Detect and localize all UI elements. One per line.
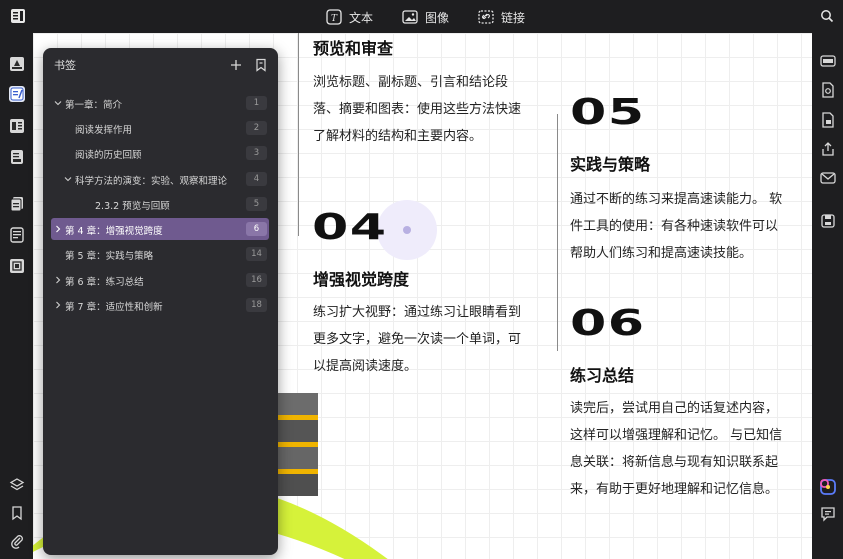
divider-line [557,114,558,351]
chevron-down-icon[interactable] [64,175,72,183]
bookmark-item[interactable]: 第 6 章：练习总结 16 [51,269,269,291]
bookmark-page-number: 3 [246,146,267,160]
section-body: 浏览标题、副标题、引言和结论段 落、摘要和图表：使用这些方法快速 了解材料的结构… [313,75,522,144]
right-tool-rail [812,33,843,559]
chevron-right-icon[interactable] [54,276,62,284]
bookmark-manage-icon[interactable] [254,58,268,72]
pages-icon[interactable] [9,196,25,212]
link-tool-icon [478,10,494,24]
tool-link-label: 链接 [501,10,526,25]
mail-icon[interactable] [820,170,836,186]
section-body: 通过不断的练习来提高速读能力。 软 件工具的使用：有各种速读软件可以 帮助人们练… [570,192,783,261]
bookmark-item[interactable]: 2.3.2 预览与回顾 5 [51,193,269,215]
bookmark-label: 科学方法的演变：实验、观察和理论 [75,176,228,187]
bookmark-page-number: 14 [246,247,267,261]
bookmark-page-number: 16 [246,273,267,287]
bookmark-panel: 书签 第一章：简介 1 阅读发挥作用 2 阅读的历史回顾 3 科学方法的演变：实… [43,48,278,555]
section-number: 04 [312,207,388,248]
text-tool-icon: T [326,9,342,25]
tool-text-label: 文本 [349,10,374,25]
layers-icon[interactable] [9,477,25,493]
section-heading: 增强视觉跨度 [313,270,410,289]
page-layout-icon[interactable] [9,118,25,134]
bookmark-label: 第 7 章：适应性和创新 [65,302,163,313]
section-heading: 预览和审查 [313,39,394,58]
section-body: 读完后，尝试用自己的话复述内容， 这样可以增强理解和记忆。 与已知信 息关联：将… [570,401,783,497]
bookmark-item[interactable]: 第一章：简介 1 [51,92,269,114]
tool-image-label: 图像 [425,10,450,25]
tool-text-button[interactable]: T 文本 [326,8,373,26]
bookmark-label: 第 6 章：练习总结 [65,277,144,288]
left-tool-rail [0,33,33,559]
protect-icon[interactable] [820,112,836,128]
bookmark-icon[interactable] [9,505,25,521]
image-tool-icon [402,10,418,24]
bookmark-item[interactable]: 阅读的历史回顾 3 [51,142,269,164]
bookmark-label: 阅读发挥作用 [75,125,133,136]
annotate-icon[interactable] [9,86,25,102]
crop-page-icon[interactable] [9,227,25,243]
bookmark-page-number: 5 [246,197,267,211]
tool-link-button[interactable]: 链接 [478,8,525,26]
bookmark-item-selected[interactable]: 第 4 章：增强视觉跨度 6 [51,218,269,240]
divider-line [298,33,299,236]
section-number: 05 [570,92,646,133]
comment-icon[interactable] [820,506,836,522]
section-heading: 实践与策略 [570,155,651,174]
attachment-icon[interactable] [9,533,25,549]
pdf-reader-window: T 文本 图像 链接 预览和审查 浏览标题、副标题、引言和结论段 落、摘要和图表… [0,0,843,559]
bookmark-item[interactable]: 阅读发挥作用 2 [51,117,269,139]
section-number: 06 [570,303,646,344]
chevron-right-icon[interactable] [54,225,62,233]
chevron-right-icon[interactable] [54,301,62,309]
svg-text:T: T [331,14,338,24]
bookmark-page-number: 4 [246,172,267,186]
search-icon[interactable] [820,9,834,23]
panel-title: 书签 [54,59,76,72]
bookmark-label: 2.3.2 预览与回顾 [95,201,170,212]
share-icon[interactable] [820,141,836,157]
bookmark-label: 第 5 章：实践与策略 [65,251,154,262]
bookmark-page-number: 18 [246,298,267,312]
tool-image-button[interactable]: 图像 [402,8,449,26]
bookmark-page-number: 2 [246,121,267,135]
section-body: 练习扩大视野：通过练习让眼睛看到 更多文字，避免一次读一个单词，可 以提高阅读速… [313,305,522,374]
ocr-icon[interactable] [9,258,25,274]
compress-icon[interactable] [820,82,836,98]
ai-assistant-icon[interactable] [820,479,836,495]
add-bookmark-icon[interactable] [229,58,243,72]
edit-document-icon[interactable] [9,149,25,165]
convert-icon[interactable] [820,53,836,69]
bookmark-item[interactable]: 科学方法的演变：实验、观察和理论 4 [51,168,269,190]
chevron-down-icon[interactable] [54,99,62,107]
bookmark-item[interactable]: 第 5 章：实践与策略 14 [51,243,269,265]
bookmark-page-number: 6 [246,222,267,236]
bookmark-item[interactable]: 第 7 章：适应性和创新 18 [51,294,269,316]
save-icon[interactable] [820,213,836,229]
bookmark-label: 阅读的历史回顾 [75,150,142,161]
section-heading: 练习总结 [570,366,635,385]
bookmark-page-number: 1 [246,96,267,110]
highlight-icon[interactable] [9,56,25,72]
sidebar-toggle-icon[interactable] [10,8,26,24]
bookmark-label: 第一章：简介 [65,100,123,111]
top-toolbar: T 文本 图像 链接 [0,0,843,33]
bookmark-label: 第 4 章：增强视觉跨度 [65,226,163,237]
